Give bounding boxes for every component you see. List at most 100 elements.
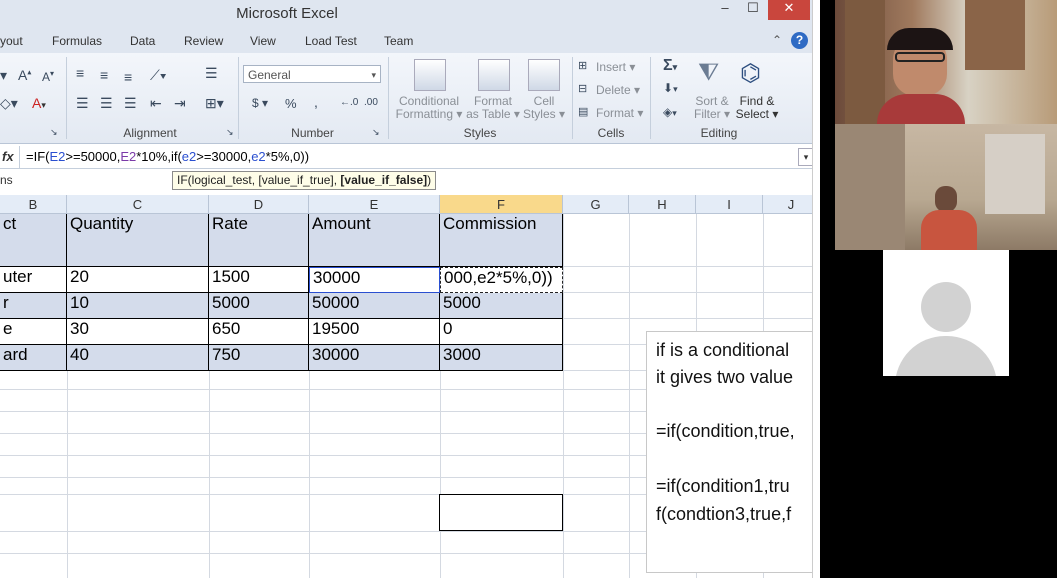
formula-input[interactable]: =IF(E2>=50000,E2*10%,if(e2>=30000,e2*5%,… — [26, 149, 309, 164]
tab-page-layout[interactable]: yout — [0, 34, 23, 48]
table-cell[interactable]: 30 — [67, 319, 209, 345]
clear-icon[interactable]: ◈▾ — [663, 105, 677, 119]
table-cell[interactable]: 5000 — [209, 293, 309, 319]
restore-button[interactable]: ☐ — [740, 0, 766, 20]
percent-button[interactable]: % — [285, 96, 297, 111]
shelf — [965, 0, 1025, 70]
column-header-e[interactable]: E — [309, 195, 440, 214]
font-dialog-launcher-icon[interactable]: ↘ — [50, 127, 58, 138]
ribbon-collapse-icon[interactable]: ⌃ — [772, 33, 782, 47]
table-cell[interactable]: ard — [0, 345, 67, 371]
shrink-font-icon[interactable]: A▾ — [42, 69, 54, 84]
number-dialog-launcher-icon[interactable]: ↘ — [372, 127, 380, 138]
bordered-empty-cell[interactable] — [439, 494, 563, 531]
find-select-button[interactable]: Find & Select ▾ — [734, 95, 780, 121]
currency-button[interactable]: $ ▾ — [252, 96, 268, 110]
video-panel — [820, 0, 1057, 578]
tab-formulas[interactable]: Formulas — [52, 34, 102, 48]
header-cell-quantity[interactable]: Quantity — [67, 214, 209, 267]
person-hair — [887, 28, 953, 50]
column-header-c[interactable]: C — [67, 195, 209, 214]
align-bottom-icon[interactable]: ≡ — [124, 69, 132, 85]
table-cell[interactable]: 5000 — [440, 293, 563, 319]
table-cell[interactable]: 0 — [440, 319, 563, 345]
avatar-body-icon — [895, 336, 997, 376]
delete-button[interactable]: Delete ▾ — [596, 84, 640, 97]
column-header-i[interactable]: I — [696, 195, 763, 214]
align-top-icon[interactable]: ≡ — [76, 65, 84, 81]
table-cell[interactable]: 30000 — [309, 267, 440, 293]
close-button[interactable]: ✕ — [768, 0, 810, 20]
cell-styles-button[interactable]: Cell Styles ▾ — [520, 95, 568, 121]
orientation-icon[interactable]: ⟋▾ — [150, 67, 167, 84]
minimize-button[interactable]: – — [712, 0, 738, 20]
note-line: it gives two value — [656, 367, 794, 387]
person-body — [921, 210, 977, 250]
table-cell[interactable]: r — [0, 293, 67, 319]
format-icon: ▤ — [578, 106, 589, 118]
table-cell[interactable]: 3000 — [440, 345, 563, 371]
autosum-icon[interactable]: Σ▾ — [663, 57, 677, 75]
table-cell[interactable]: e — [0, 319, 67, 345]
wall — [835, 124, 905, 250]
tab-team[interactable]: Team — [384, 34, 413, 48]
decrease-decimal-icon[interactable]: .00 — [364, 97, 378, 108]
formula-ref: e2 — [181, 149, 197, 164]
help-icon[interactable]: ? — [791, 32, 808, 49]
column-header-b[interactable]: B — [0, 195, 67, 214]
increase-indent-icon[interactable]: ⇥ — [174, 95, 186, 112]
format-cells-button[interactable]: Format ▾ — [596, 107, 643, 120]
wrap-text-icon[interactable]: ☰ — [205, 65, 218, 82]
tab-view[interactable]: View — [250, 34, 276, 48]
tab-load-test[interactable]: Load Test — [305, 34, 357, 48]
number-format-select[interactable]: General ▾ — [243, 65, 381, 83]
table-cell[interactable]: 750 — [209, 345, 309, 371]
merge-center-icon[interactable]: ⊞▾ — [205, 95, 224, 112]
table-cell[interactable]: 20 — [67, 267, 209, 293]
comma-button[interactable]: , — [314, 94, 318, 110]
conditional-formatting-button[interactable]: Conditional Formatting ▾ — [394, 95, 464, 121]
format-as-table-button[interactable]: Format as Table ▾ — [462, 95, 524, 121]
insert-button[interactable]: Insert ▾ — [596, 61, 635, 74]
header-cell-commission[interactable]: Commission — [440, 214, 563, 267]
alignment-group-label: Alignment — [123, 126, 177, 140]
active-cell-editing[interactable]: 000,e2*5%,0)) — [440, 267, 563, 293]
table-cell[interactable]: 650 — [209, 319, 309, 345]
increase-decimal-icon[interactable]: ←.0 — [340, 97, 358, 108]
title-bar: Microsoft Excel – ☐ ✕ — [0, 0, 820, 28]
tab-data[interactable]: Data — [130, 34, 155, 48]
table-cell[interactable]: 40 — [67, 345, 209, 371]
table-cell[interactable]: 19500 — [309, 319, 440, 345]
header-cell-amount[interactable]: Amount — [309, 214, 440, 267]
align-right-icon[interactable]: ☰ — [124, 95, 137, 112]
table-cell[interactable]: 30000 — [309, 345, 440, 371]
fill-icon[interactable]: ⬇▾ — [663, 81, 678, 95]
align-left-icon[interactable]: ☰ — [76, 95, 89, 112]
font-color-icon[interactable]: A▾ — [32, 95, 46, 111]
align-center-icon[interactable]: ☰ — [100, 95, 113, 112]
notes-panel: if is a conditional it gives two value =… — [646, 331, 814, 573]
sort-filter-button[interactable]: Sort & Filter ▾ — [688, 95, 736, 121]
table-cell[interactable]: 10 — [67, 293, 209, 319]
font-size-dropdown-icon[interactable]: ▾ — [0, 67, 7, 84]
fill-color-icon[interactable]: ◇▾ — [0, 95, 18, 112]
align-middle-icon[interactable]: ≡ — [100, 67, 108, 83]
decrease-indent-icon[interactable]: ⇤ — [150, 95, 162, 112]
column-header-h[interactable]: H — [629, 195, 696, 214]
grow-font-icon[interactable]: A▴ — [18, 67, 31, 83]
tab-review[interactable]: Review — [184, 34, 223, 48]
header-cell-rate[interactable]: Rate — [209, 214, 309, 267]
excel-window: Microsoft Excel – ☐ ✕ yout Formulas Data… — [0, 0, 820, 578]
table-cell[interactable]: 50000 — [309, 293, 440, 319]
alignment-dialog-launcher-icon[interactable]: ↘ — [226, 127, 234, 138]
table-cell[interactable]: uter — [0, 267, 67, 293]
column-header-f[interactable]: F — [440, 195, 563, 214]
number-format-value: General — [248, 68, 291, 82]
column-header-d[interactable]: D — [209, 195, 309, 214]
table-cell[interactable]: 1500 — [209, 267, 309, 293]
column-header-g[interactable]: G — [563, 195, 629, 214]
formula-ref: e2 — [251, 149, 266, 164]
number-group-label: Number — [291, 126, 334, 140]
header-cell-product[interactable]: ct — [0, 214, 67, 267]
fx-icon[interactable]: fx — [2, 149, 14, 164]
